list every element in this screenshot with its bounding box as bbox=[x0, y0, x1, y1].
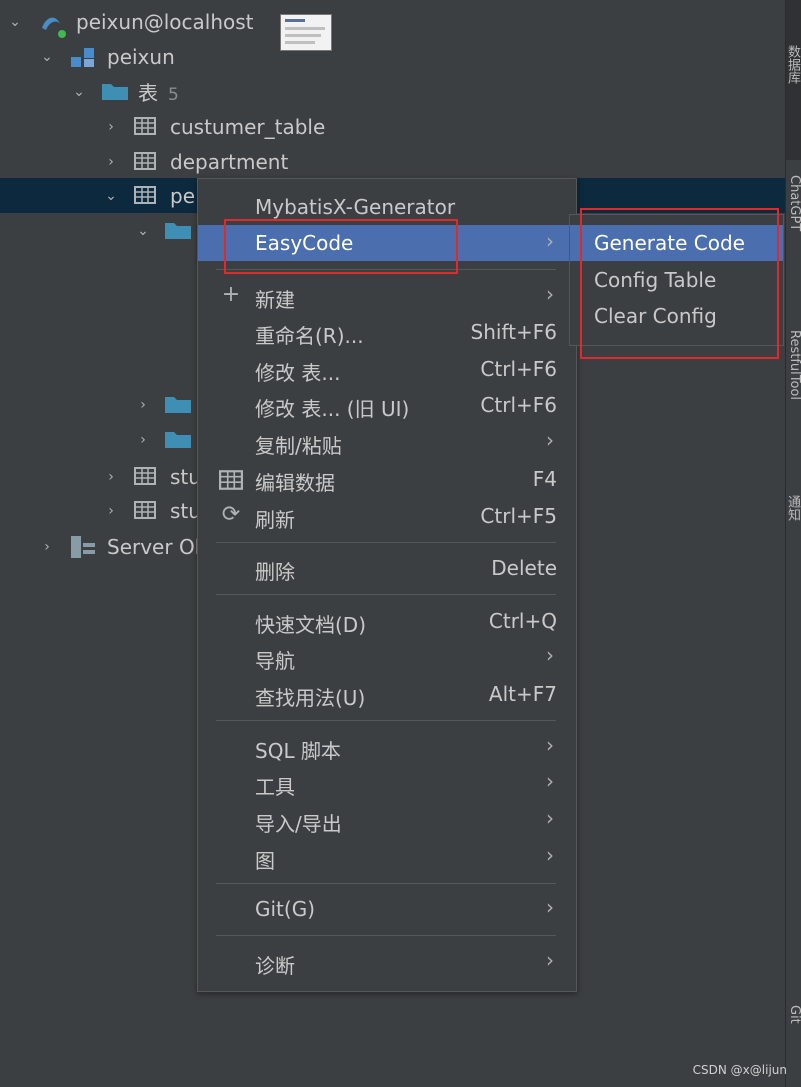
menu-item-tools[interactable]: 工具 › bbox=[198, 765, 576, 801]
folder-icon bbox=[102, 84, 128, 100]
tree-row-table[interactable]: › department bbox=[0, 144, 785, 179]
table-icon bbox=[134, 152, 156, 170]
connection-label: peixun@localhost bbox=[76, 9, 254, 34]
menu-item-mybatisx-generator[interactable]: MybatisX-Generator bbox=[198, 189, 576, 225]
sidebar-tab-chatgpt[interactable]: ChatGPT bbox=[786, 175, 801, 231]
chevron-right-icon[interactable]: › bbox=[40, 540, 54, 554]
menu-item-easycode[interactable]: EasyCode › bbox=[198, 225, 576, 261]
menu-separator bbox=[216, 720, 556, 721]
table-label: custumer_table bbox=[170, 114, 326, 139]
menu-item-diagnostics[interactable]: 诊断 › bbox=[198, 944, 576, 980]
tables-count: 5 bbox=[168, 85, 179, 105]
chevron-down-icon[interactable]: ⌄ bbox=[104, 189, 118, 203]
table-icon bbox=[134, 117, 156, 135]
chevron-right-icon: › bbox=[546, 769, 554, 793]
submenu-item-generate-code[interactable]: Generate Code bbox=[570, 225, 783, 261]
table-icon bbox=[219, 470, 243, 490]
tables-folder-label: 表 bbox=[138, 81, 158, 105]
submenu-item-clear-config[interactable]: Clear Config bbox=[570, 298, 783, 334]
menu-item-quick-doc[interactable]: 快速文档(D) Ctrl+Q bbox=[198, 603, 576, 639]
tree-row-table[interactable]: › custumer_table bbox=[0, 109, 785, 144]
table-icon bbox=[134, 186, 156, 204]
menu-item-new[interactable]: + 新建 › bbox=[198, 278, 576, 314]
menu-item-copy-paste[interactable]: 复制/粘贴 › bbox=[198, 424, 576, 460]
chevron-right-icon: › bbox=[546, 948, 554, 972]
table-label: pe bbox=[170, 183, 195, 208]
submenu-item-config-table[interactable]: Config Table bbox=[570, 262, 783, 298]
refresh-icon: ⟳ bbox=[221, 502, 241, 527]
chevron-right-icon: › bbox=[546, 643, 554, 667]
menu-item-modify-table-old-ui[interactable]: 修改 表... (旧 UI) Ctrl+F6 bbox=[198, 387, 576, 423]
chevron-right-icon[interactable]: › bbox=[136, 433, 150, 447]
chevron-right-icon[interactable]: › bbox=[104, 155, 118, 169]
chevron-right-icon: › bbox=[546, 806, 554, 830]
menu-item-import-export[interactable]: 导入/导出 › bbox=[198, 802, 576, 838]
tree-row-connection[interactable]: ⌄ peixun@localhost bbox=[0, 4, 785, 51]
menu-separator bbox=[216, 935, 556, 936]
menu-item-rename[interactable]: 重命名(R)... Shift+F6 bbox=[198, 314, 576, 350]
easycode-submenu: Generate Code Config Table Clear Config bbox=[569, 214, 784, 346]
menu-item-modify-table[interactable]: 修改 表... Ctrl+F6 bbox=[198, 351, 576, 387]
menu-item-git[interactable]: Git(G) › bbox=[198, 891, 576, 927]
table-icon bbox=[134, 467, 156, 485]
chevron-right-icon: › bbox=[546, 428, 554, 452]
sidebar-tab-restfultool[interactable]: RestfulTool bbox=[786, 330, 801, 400]
right-tool-sidebar: 数据库 ChatGPT RestfulTool 通知 Git bbox=[785, 0, 801, 1087]
menu-separator bbox=[216, 542, 556, 543]
chevron-right-icon[interactable]: › bbox=[104, 504, 118, 518]
menu-item-sql-scripts[interactable]: SQL 脚本 › bbox=[198, 729, 576, 765]
sidebar-tab-notifications[interactable]: 通知 bbox=[785, 495, 801, 521]
menu-separator bbox=[216, 269, 556, 270]
schema-icon bbox=[71, 48, 94, 67]
server-objects-icon bbox=[71, 536, 95, 558]
menu-separator bbox=[216, 883, 556, 884]
watermark: CSDN @x@lijun bbox=[692, 1063, 787, 1077]
chevron-right-icon[interactable]: › bbox=[104, 470, 118, 484]
table-label: department bbox=[170, 149, 289, 174]
menu-item-find-usages[interactable]: 查找用法(U) Alt+F7 bbox=[198, 676, 576, 712]
chevron-right-icon[interactable]: › bbox=[136, 398, 150, 412]
chevron-right-icon[interactable]: › bbox=[104, 120, 118, 134]
menu-item-edit-data[interactable]: 编辑数据 F4 bbox=[198, 461, 576, 497]
chevron-right-icon: › bbox=[546, 282, 554, 306]
plus-icon: + bbox=[221, 282, 241, 307]
server-objects-label: Server Ol bbox=[107, 534, 201, 559]
chevron-right-icon: › bbox=[546, 733, 554, 757]
chevron-down-icon[interactable]: ⌄ bbox=[72, 85, 86, 99]
sidebar-tab-git[interactable]: Git bbox=[786, 1005, 801, 1024]
tree-row-schema[interactable]: ⌄ peixun bbox=[0, 39, 785, 74]
menu-separator bbox=[216, 594, 556, 595]
chevron-down-icon[interactable]: ⌄ bbox=[40, 50, 54, 64]
menu-item-refresh[interactable]: ⟳ 刷新 Ctrl+F5 bbox=[198, 498, 576, 534]
sidebar-tab-database[interactable]: 数据库 bbox=[785, 45, 801, 84]
menu-item-diagram[interactable]: 图 › bbox=[198, 839, 576, 875]
folder-icon bbox=[165, 223, 191, 239]
folder-icon bbox=[165, 397, 191, 413]
tree-row-tables-folder[interactable]: ⌄ 表5 bbox=[0, 74, 785, 109]
menu-item-navigate[interactable]: 导航 › bbox=[198, 639, 576, 675]
context-menu: MybatisX-Generator EasyCode › + 新建 › 重命名… bbox=[197, 178, 577, 992]
chevron-right-icon: › bbox=[546, 895, 554, 919]
table-icon bbox=[134, 501, 156, 519]
chevron-down-icon[interactable]: ⌄ bbox=[8, 15, 22, 29]
chevron-right-icon: › bbox=[546, 229, 554, 253]
mysql-icon bbox=[42, 17, 66, 38]
chevron-right-icon: › bbox=[546, 843, 554, 867]
folder-icon bbox=[165, 432, 191, 448]
schema-label: peixun bbox=[107, 44, 175, 69]
menu-item-delete[interactable]: 删除 Delete bbox=[198, 550, 576, 586]
chevron-down-icon[interactable]: ⌄ bbox=[136, 224, 150, 238]
